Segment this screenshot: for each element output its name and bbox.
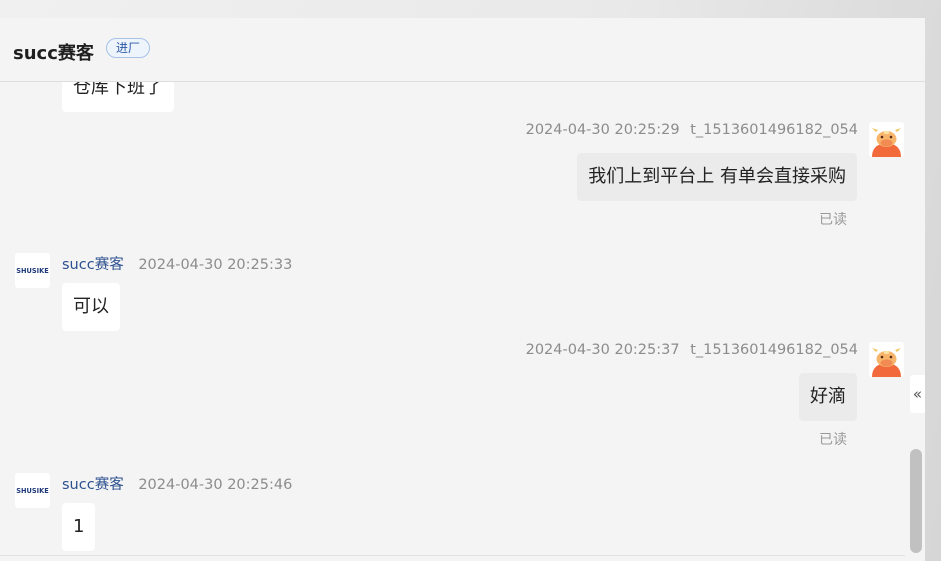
contact-avatar[interactable]: SHUSIKE xyxy=(15,253,50,288)
message-bubble: 可以 xyxy=(62,283,120,331)
message-meta: 2024-04-30 20:25:29 t_1513601496182_054 xyxy=(526,122,858,138)
chat-header: succ赛客 进厂 xyxy=(0,18,925,82)
status-badge[interactable]: 进厂 xyxy=(106,38,151,58)
cow-avatar-icon xyxy=(872,128,901,157)
message-meta: succ赛客 2024-04-30 20:25:46 xyxy=(62,473,292,494)
message-time: 2024-04-30 20:25:29 xyxy=(525,122,680,138)
collapse-sidebar-icon[interactable]: « xyxy=(910,375,925,413)
message-meta: 2024-04-30 20:25:37 t_1513601496182_054 xyxy=(526,342,858,358)
brand-logo-icon: SHUSIKE xyxy=(16,267,49,275)
chat-title: succ赛客 xyxy=(13,43,94,64)
user-avatar[interactable] xyxy=(869,342,904,377)
cow-avatar-icon xyxy=(872,348,901,377)
message-sender: t_1513601496182_054 xyxy=(690,342,858,358)
svg-text:SHUSIKE: SHUSIKE xyxy=(16,487,49,495)
message-bubble: 好滴 xyxy=(799,373,857,421)
message-bubble: 1 xyxy=(62,503,96,551)
read-status: 已读 xyxy=(819,432,847,448)
message-bubble: 我们上到平台上 有单会直接采购 xyxy=(577,153,857,201)
scrollbar-thumb[interactable] xyxy=(910,449,922,553)
user-avatar[interactable] xyxy=(869,122,904,157)
svg-text:SHUSIKE: SHUSIKE xyxy=(16,267,49,275)
chat-panel: 仓库下班了 2024-04-30 20:25:29 t_151360149618… xyxy=(0,18,925,561)
read-status: 已读 xyxy=(819,212,847,228)
message-time: 2024-04-30 20:25:46 xyxy=(138,477,293,493)
message-time: 2024-04-30 20:25:33 xyxy=(138,257,293,273)
contact-avatar[interactable]: SHUSIKE xyxy=(15,473,50,508)
brand-logo-icon: SHUSIKE xyxy=(16,487,49,495)
message-time: 2024-04-30 20:25:37 xyxy=(525,342,680,358)
message-sender: succ赛客 xyxy=(62,477,124,493)
message-list[interactable]: 仓库下班了 2024-04-30 20:25:29 t_151360149618… xyxy=(0,18,925,561)
message-sender: t_1513601496182_054 xyxy=(690,122,858,138)
divider xyxy=(0,555,905,556)
message-meta: succ赛客 2024-04-30 20:25:33 xyxy=(62,253,292,274)
message-sender: succ赛客 xyxy=(62,257,124,273)
